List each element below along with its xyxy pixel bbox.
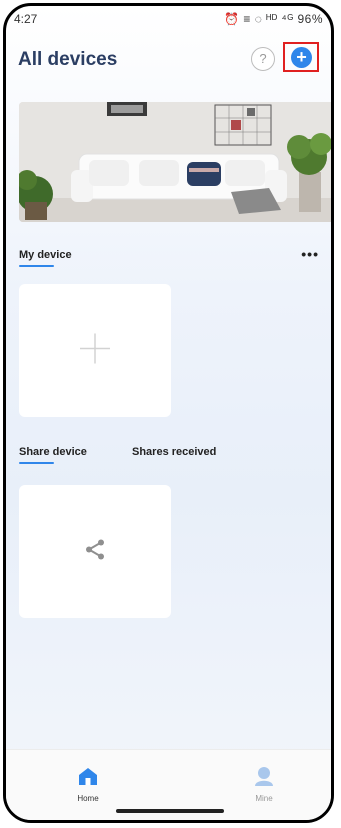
banner-image [19, 102, 331, 222]
add-device-card[interactable] [19, 284, 171, 417]
page-title: All devices [18, 49, 118, 70]
bottom-tab-bar: Home Mine [6, 749, 331, 820]
tab-home[interactable]: Home [58, 766, 118, 803]
help-button[interactable]: ? [251, 47, 275, 71]
living-room-illustration [19, 102, 331, 222]
user-icon [254, 767, 274, 790]
more-menu-button[interactable]: ••• [301, 246, 319, 262]
share-icon [84, 538, 106, 565]
tab-share-device[interactable]: Share device [19, 446, 87, 458]
status-bar: 4:27 ⏰ ≡ ◌ ᴴᴰ ⁴ᴳ 96% [14, 12, 323, 28]
plus-icon [78, 331, 112, 370]
phone-frame: 4:27 ⏰ ≡ ◌ ᴴᴰ ⁴ᴳ 96% All devices ? + My … [3, 3, 334, 823]
add-device-highlight: + [283, 42, 319, 72]
add-device-button[interactable]: + [291, 47, 312, 68]
share-device-card[interactable] [19, 485, 171, 618]
my-device-underline [19, 265, 54, 267]
status-indicators: ⏰ ≡ ◌ ᴴᴰ ⁴ᴳ 96% [224, 12, 323, 26]
tab-mine[interactable]: Mine [234, 766, 294, 803]
home-icon [78, 768, 98, 790]
tab-home-label: Home [77, 794, 99, 803]
share-tab-underline [19, 462, 54, 464]
my-device-title: My device [19, 249, 72, 261]
tab-shares-received[interactable]: Shares received [132, 446, 216, 458]
header: All devices ? + [18, 42, 319, 80]
tab-mine-label: Mine [255, 794, 273, 803]
home-indicator [116, 809, 224, 813]
status-time: 4:27 [14, 12, 38, 26]
